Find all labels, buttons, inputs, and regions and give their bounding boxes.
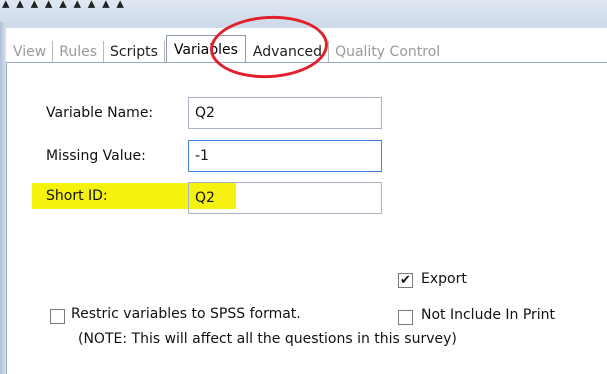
restrict-spss-label: Restric variables to SPSS format. bbox=[71, 306, 301, 322]
not-include-print-checkbox[interactable] bbox=[398, 310, 413, 325]
restrict-spss-checkbox[interactable] bbox=[50, 309, 65, 324]
tab-scripts[interactable]: Scripts bbox=[104, 41, 165, 63]
export-label: Export bbox=[421, 271, 467, 287]
cropped-title-fragment: ▴ ▴ ▴ ▴ ▴ ▴ ▴ ▴ ▴ bbox=[2, 0, 125, 12]
short-id-label: Short ID: bbox=[46, 188, 108, 204]
variable-name-label: Variable Name: bbox=[46, 105, 154, 121]
tab-strip: View Rules Scripts Variables Advanced Qu… bbox=[7, 35, 607, 63]
missing-value-label: Missing Value: bbox=[46, 148, 146, 164]
export-checkbox[interactable]: ✔ bbox=[398, 273, 413, 288]
tab-rules[interactable]: Rules bbox=[53, 41, 105, 63]
short-id-input[interactable] bbox=[188, 182, 382, 214]
tab-quality-control[interactable]: Quality Control bbox=[329, 41, 446, 63]
not-include-print-label: Not Include In Print bbox=[421, 307, 556, 323]
tab-view[interactable]: View bbox=[7, 41, 54, 63]
restrict-spss-note: (NOTE: This will affect all the question… bbox=[78, 331, 457, 347]
tab-advanced[interactable]: Advanced bbox=[247, 41, 330, 63]
missing-value-input[interactable] bbox=[188, 140, 382, 172]
checkmark-icon: ✔ bbox=[400, 273, 411, 288]
tab-variables[interactable]: Variables bbox=[165, 35, 246, 63]
top-window-strip: ▴ ▴ ▴ ▴ ▴ ▴ ▴ ▴ ▴ bbox=[0, 0, 607, 28]
variable-name-input[interactable] bbox=[188, 97, 382, 129]
